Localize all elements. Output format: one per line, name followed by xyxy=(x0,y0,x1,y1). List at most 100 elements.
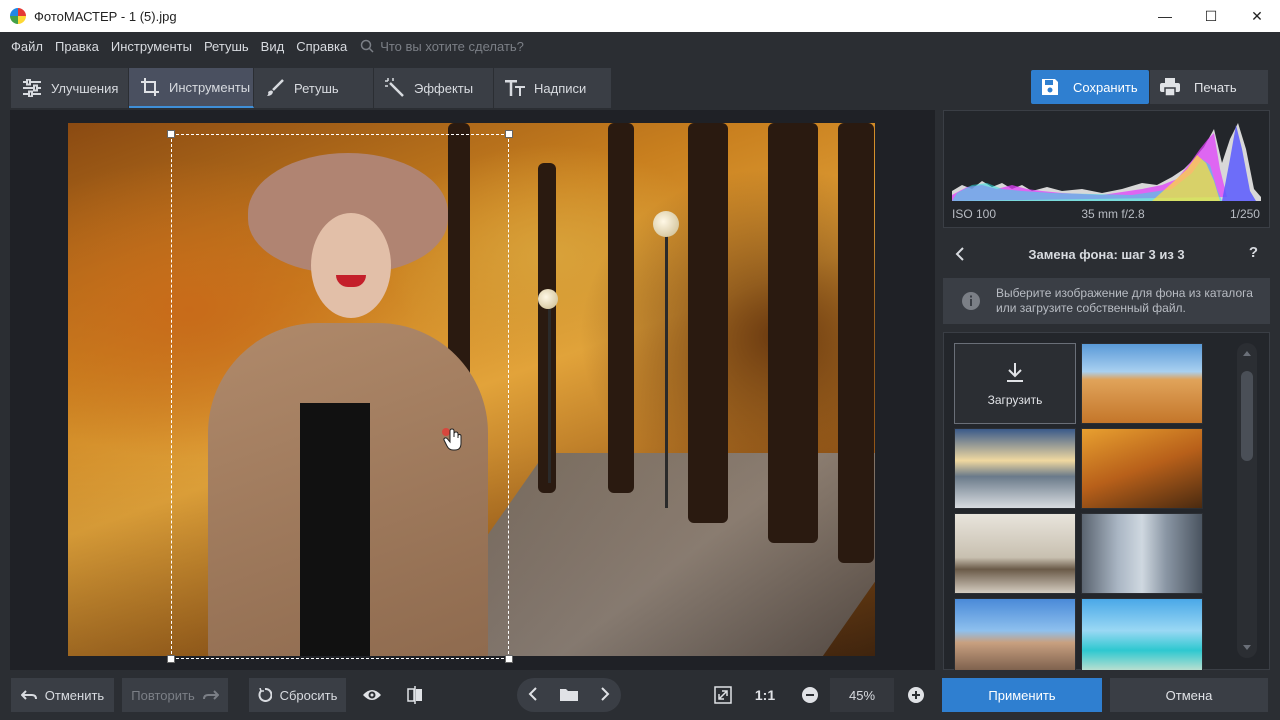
background-gallery: Загрузить xyxy=(943,332,1270,679)
shutter-value: 1/250 xyxy=(1229,207,1260,221)
lamp-post xyxy=(548,303,551,483)
window-controls: — ☐ ✕ xyxy=(1142,0,1280,32)
thumb-tropical-beach[interactable] xyxy=(1081,598,1203,679)
tab-bar: Улучшения Инструменты Ретушь Эффекты Над… xyxy=(11,68,612,108)
zoom-level[interactable]: 45% xyxy=(830,678,894,712)
scrollbar-thumb[interactable] xyxy=(1241,371,1253,461)
resize-handle[interactable] xyxy=(167,655,175,663)
menu-file[interactable]: Файл xyxy=(11,39,43,54)
tree-trunk xyxy=(608,123,634,493)
upload-label: Загрузить xyxy=(987,392,1043,407)
canvas-area xyxy=(10,110,935,670)
menu-edit[interactable]: Правка xyxy=(55,39,99,54)
thumb-city-street[interactable] xyxy=(1081,513,1203,594)
thumb-desert[interactable] xyxy=(1081,343,1203,424)
info-icon xyxy=(961,291,981,311)
hand-cursor-icon xyxy=(442,428,464,455)
tab-captions[interactable]: Надписи xyxy=(494,68,612,108)
tab-enhancements[interactable]: Улучшения xyxy=(11,68,129,108)
save-icon xyxy=(1041,78,1059,96)
text-icon xyxy=(504,77,526,99)
maximize-button[interactable]: ☐ xyxy=(1188,0,1234,32)
search-icon xyxy=(360,39,374,53)
menu-help[interactable]: Справка xyxy=(296,39,347,54)
redo-button[interactable]: Повторить xyxy=(122,678,228,712)
thumb-autumn-park[interactable] xyxy=(1081,428,1203,509)
resize-handle[interactable] xyxy=(505,130,513,138)
tab-label: Надписи xyxy=(534,80,587,96)
back-arrow-icon[interactable] xyxy=(955,246,965,265)
apply-button[interactable]: Применить xyxy=(942,678,1102,712)
lamp-globe xyxy=(538,289,558,309)
right-panel: ISO 100 35 mm f/2.8 1/250 Замена фона: ш… xyxy=(943,110,1270,679)
tab-retouch[interactable]: Ретушь xyxy=(254,68,374,108)
folder-icon[interactable] xyxy=(560,687,578,704)
save-button[interactable]: Сохранить xyxy=(1031,70,1149,104)
zoom-in-icon[interactable] xyxy=(899,678,933,712)
redo-icon xyxy=(202,689,219,701)
brush-icon xyxy=(264,77,286,99)
help-button[interactable]: ? xyxy=(1249,244,1258,261)
undo-icon xyxy=(20,689,37,701)
lamp-globe xyxy=(653,211,679,237)
undo-button[interactable]: Отменить xyxy=(11,678,114,712)
step-header: Замена фона: шаг 3 из 3 ? xyxy=(943,238,1270,270)
menu-tools[interactable]: Инструменты xyxy=(111,39,192,54)
iso-value: ISO 100 xyxy=(952,207,997,221)
lens-value: 35 mm f/2.8 xyxy=(1081,207,1145,221)
menu-search[interactable]: Что вы хотите сделать? xyxy=(360,39,524,54)
previous-image-icon[interactable] xyxy=(528,686,538,704)
scroll-up-icon[interactable] xyxy=(1243,351,1251,356)
tree-trunk xyxy=(768,123,818,543)
bottom-bar: Отменить Повторить Сбросить 1:1 45% Прим… xyxy=(0,670,1280,720)
crop-icon xyxy=(139,76,161,98)
print-button[interactable]: Печать xyxy=(1150,70,1268,104)
toolbar: Улучшения Инструменты Ретушь Эффекты Над… xyxy=(0,60,1280,110)
next-image-icon[interactable] xyxy=(600,686,610,704)
tab-label: Улучшения xyxy=(51,80,119,96)
window-title: ФотоМАСТЕР - 1 (5).jpg xyxy=(34,8,177,24)
cancel-button[interactable]: Отмена xyxy=(1110,678,1268,712)
histogram: ISO 100 35 mm f/2.8 1/250 xyxy=(943,110,1270,228)
upload-button[interactable]: Загрузить xyxy=(954,343,1076,424)
title-bar: ФотоМАСТЕР - 1 (5).jpg — ☐ ✕ xyxy=(0,0,1280,32)
reset-icon xyxy=(258,688,272,702)
thumb-old-town[interactable] xyxy=(954,598,1076,679)
tab-effects[interactable]: Эффекты xyxy=(374,68,494,108)
fit-screen-icon[interactable] xyxy=(706,678,740,712)
print-label: Печать xyxy=(1194,79,1237,95)
zoom-out-icon[interactable] xyxy=(793,678,827,712)
exif-info: ISO 100 35 mm f/2.8 1/250 xyxy=(952,207,1260,221)
menu-view[interactable]: Вид xyxy=(261,39,285,54)
reset-label: Сбросить xyxy=(279,687,338,703)
redo-label: Повторить xyxy=(131,687,195,703)
preview-eye-icon[interactable] xyxy=(355,678,389,712)
tip-text: Выберите изображение для фона из каталог… xyxy=(996,286,1253,315)
tab-label: Инструменты xyxy=(169,79,251,95)
image-navigation xyxy=(517,678,621,712)
menu-retouch[interactable]: Ретушь xyxy=(204,39,249,54)
gallery-scrollbar[interactable] xyxy=(1237,343,1257,658)
step-title: Замена фона: шаг 3 из 3 xyxy=(1028,246,1185,262)
printer-icon xyxy=(1160,78,1180,96)
resize-handle[interactable] xyxy=(505,655,513,663)
resize-handle[interactable] xyxy=(167,130,175,138)
selection-box[interactable] xyxy=(167,130,513,663)
compare-icon[interactable] xyxy=(398,678,432,712)
tree-trunk xyxy=(838,123,874,563)
minimize-button[interactable]: — xyxy=(1142,0,1188,32)
magic-wand-icon xyxy=(384,77,406,99)
tree-trunk xyxy=(538,163,556,493)
thumb-winter-road[interactable] xyxy=(954,428,1076,509)
sliders-icon xyxy=(21,77,43,99)
actual-size-button[interactable]: 1:1 xyxy=(748,678,782,712)
tab-tools[interactable]: Инструменты xyxy=(129,68,254,108)
tab-label: Ретушь xyxy=(294,80,339,96)
thumb-living-room[interactable] xyxy=(954,513,1076,594)
histogram-graph xyxy=(952,119,1261,201)
close-button[interactable]: ✕ xyxy=(1234,0,1280,32)
scroll-down-icon[interactable] xyxy=(1243,645,1251,650)
tree-trunk xyxy=(688,123,728,523)
app-logo-icon xyxy=(10,8,26,24)
reset-button[interactable]: Сбросить xyxy=(249,678,346,712)
